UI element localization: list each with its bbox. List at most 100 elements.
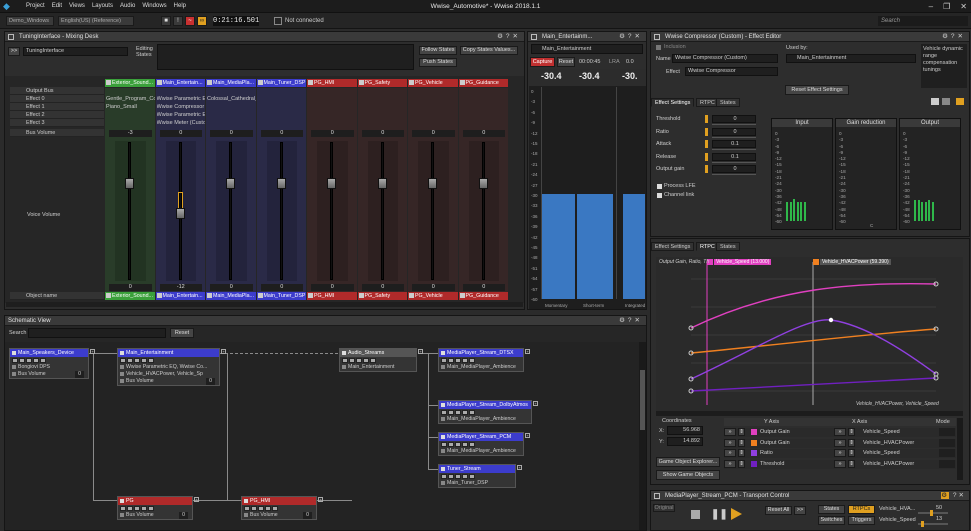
rtpc-icon[interactable] — [462, 358, 468, 363]
expand-button[interactable]: » — [834, 459, 846, 468]
solo-icon[interactable] — [127, 506, 133, 511]
object-name-pg-guidance[interactable]: PG_Guidance — [458, 292, 508, 300]
channel-effect1[interactable]: Wwise Compressor (... — [157, 104, 206, 110]
voice-volume-value[interactable]: 0 — [361, 284, 404, 291]
rtpc-row[interactable]: » ⇕ Threshold» ⇕ Vehicle_HVACPower — [724, 459, 956, 469]
effect-icon[interactable] — [455, 410, 461, 415]
voice-volume-fader[interactable] — [481, 142, 485, 280]
node-volume-value[interactable]: 0 — [303, 512, 312, 519]
menu-item-layouts[interactable]: Layouts — [92, 0, 120, 13]
voice-volume-value[interactable]: -12 — [159, 284, 202, 291]
mute-icon[interactable] — [441, 358, 447, 363]
node-volume-value[interactable]: 0 — [75, 371, 84, 378]
bus-volume-value[interactable]: 0 — [311, 130, 354, 137]
pause-icon[interactable]: ❚❚ — [711, 509, 728, 520]
link-icon[interactable]: ∞ — [197, 16, 207, 26]
capture-button[interactable]: Capture — [530, 57, 555, 67]
rtpc-mode-select[interactable] — [939, 438, 955, 447]
bus-volume-value[interactable]: 0 — [412, 130, 455, 137]
solo-icon[interactable] — [448, 410, 454, 415]
switches-button[interactable]: Switches — [818, 516, 845, 525]
solo-icon[interactable] — [448, 358, 454, 363]
state-icon[interactable] — [469, 358, 475, 363]
schematic-node-speakers[interactable]: Main_Speakers_Device Bongiovi DPS Bus Volu… — [9, 348, 89, 379]
notes-field[interactable]: Vehicle dynamic range compensation tunin… — [921, 44, 967, 88]
y-coordinate-field[interactable]: 14.892 — [667, 437, 703, 446]
channel-effect0[interactable]: Wwise Parametric E... — [157, 96, 206, 102]
fader-knob[interactable] — [125, 178, 134, 189]
states-button[interactable]: States — [818, 505, 845, 514]
stop-icon[interactable]: ■ — [161, 16, 171, 26]
menu-item-views[interactable]: Views — [69, 0, 92, 13]
state-icon[interactable] — [148, 506, 154, 511]
curve-point-selected[interactable] — [828, 317, 834, 323]
expand-button[interactable]: » — [724, 459, 736, 468]
voice-volume-value[interactable]: 0 — [462, 284, 505, 291]
push-states-button[interactable]: Push States — [419, 58, 457, 67]
mute-icon[interactable]: ! — [173, 16, 183, 26]
object-name-pg-hmi[interactable]: PG_HMI — [307, 292, 357, 300]
rtpc-type-icon[interactable]: ⇕ — [738, 428, 745, 436]
expand-node-icon[interactable]: + — [418, 349, 423, 354]
mute-icon[interactable] — [342, 358, 348, 363]
rtpc-graph[interactable] — [656, 257, 963, 412]
voice-volume-fader[interactable] — [279, 142, 283, 280]
effect-icon[interactable] — [26, 358, 32, 363]
rtpcs-button[interactable]: RTPCs — [848, 505, 875, 514]
menu-item-windows[interactable]: Windows — [142, 0, 173, 13]
platform-select[interactable]: Demo_Windows — [6, 16, 54, 26]
node-volume-value[interactable]: 0 — [179, 512, 188, 519]
game-parameter-icon[interactable]: ⇕ — [848, 438, 855, 447]
voice-volume-value[interactable]: 0 — [210, 284, 253, 291]
param-slider[interactable] — [712, 149, 756, 150]
rtpc-icon[interactable] — [462, 474, 468, 479]
voice-volume-fader[interactable] — [431, 142, 434, 280]
solo-icon[interactable] — [448, 474, 454, 479]
rtpc2-slider[interactable] — [918, 521, 948, 527]
rtpc-row[interactable]: » ⇕ Output Gain» ⇕ Vehicle_HVACPower — [724, 438, 956, 448]
expand-button[interactable]: » — [834, 428, 846, 436]
fader-knob[interactable] — [276, 178, 286, 189]
fader-knob[interactable] — [428, 178, 437, 189]
menu-item-project[interactable]: Project — [26, 0, 52, 13]
param-value-field[interactable]: 0 — [712, 165, 756, 173]
solo-icon[interactable] — [19, 358, 25, 363]
object-name-main-tuner-dsp[interactable]: Main_Tuner_DSP — [256, 292, 306, 300]
reset-effect-settings-button[interactable]: Reset Effect Settings — [785, 85, 849, 95]
show-game-objects-button[interactable]: Show Game Objects — [656, 470, 720, 480]
rtpc-row[interactable]: » ⇕ Ratio» ⇕ Vehicle_Speed — [724, 449, 956, 458]
menu-item-edit[interactable]: Edit — [52, 0, 69, 13]
param-value-field[interactable]: 0 — [712, 127, 756, 136]
rtpc-icon[interactable] — [265, 506, 271, 511]
layout-icon[interactable] — [931, 98, 939, 105]
mute-icon[interactable] — [244, 506, 250, 511]
mute-icon[interactable] — [120, 506, 126, 511]
expand-button[interactable]: » — [724, 438, 736, 447]
game-parameter-icon[interactable]: ⇕ — [848, 459, 855, 468]
tab-states[interactable]: States — [716, 98, 740, 107]
param-slider[interactable] — [712, 136, 756, 138]
expand-button[interactable]: » — [834, 449, 846, 457]
rtpc-mode-select[interactable] — [939, 459, 955, 468]
expand-node-icon[interactable]: + — [194, 497, 199, 502]
voice-volume-value[interactable]: 0 — [412, 284, 455, 291]
schematic-node-pcm[interactable]: MediaPlayer_Stream_PCM Main_MediaPlayer_A… — [438, 432, 524, 456]
mute-icon[interactable] — [120, 358, 126, 363]
rtpc-mode-select[interactable] — [939, 428, 955, 436]
effect-icon[interactable] — [134, 358, 140, 363]
channel-header-main-tuner-dsp[interactable]: Main_Tuner_DSP — [256, 79, 306, 87]
schematic-scrollbar[interactable] — [639, 342, 646, 530]
channel-header-exterior-sound[interactable]: Exterior_Sound... — [105, 79, 155, 87]
used-by-field[interactable]: Main_Entertainment — [786, 54, 916, 63]
process-lfe-checkbox[interactable] — [657, 184, 662, 189]
marker-handle-hvac[interactable] — [813, 259, 819, 265]
fader-knob[interactable] — [327, 178, 336, 189]
inclusion-checkbox[interactable] — [656, 45, 661, 50]
schematic-node-pg[interactable]: PG Bus Volume 0 — [117, 496, 193, 520]
fader-knob[interactable] — [478, 178, 488, 189]
rtpc-icon[interactable] — [141, 358, 147, 363]
panel-controls[interactable]: ⚙?✕ — [942, 32, 966, 42]
voice-volume-value[interactable]: 0 — [311, 284, 354, 291]
rtpc-type-icon[interactable]: ⇕ — [738, 459, 745, 468]
maximize-icon[interactable]: ❐ — [943, 1, 950, 12]
